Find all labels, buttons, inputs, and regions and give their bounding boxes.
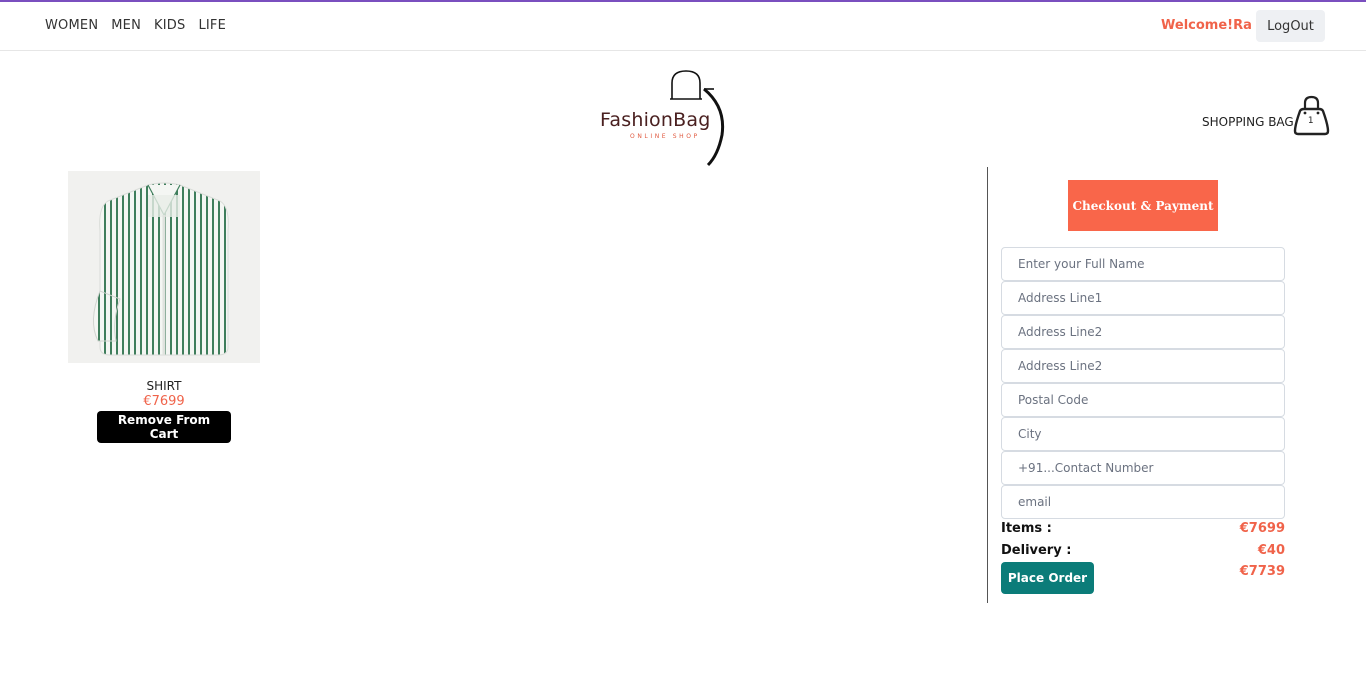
delivery-value: €40 (1257, 543, 1285, 558)
items-row: Items : €7699 (1001, 521, 1285, 543)
category-nav: WOMEN MEN KIDS LIFE (45, 18, 226, 33)
nav-link-kids[interactable]: KIDS (154, 18, 185, 33)
product-image (68, 171, 260, 363)
checkout-form (1001, 247, 1285, 519)
total-value: €7739 (1239, 564, 1285, 579)
contact-number-input[interactable] (1001, 451, 1285, 485)
handbag-icon: 1 (1292, 95, 1334, 137)
product-price: €7699 (143, 394, 185, 409)
nav-link-life[interactable]: LIFE (198, 18, 226, 33)
place-order-button[interactable]: Place Order (1001, 562, 1094, 594)
city-input[interactable] (1001, 417, 1285, 451)
page: WOMEN MEN KIDS LIFE Welcome!Ra LogOut Fa… (0, 0, 1366, 698)
email-input[interactable] (1001, 485, 1285, 519)
full-name-input[interactable] (1001, 247, 1285, 281)
product-name: SHIRT (146, 379, 182, 393)
bag-item-count: 1 (1307, 116, 1314, 126)
delivery-label: Delivery : (1001, 543, 1072, 558)
items-value: €7699 (1239, 521, 1285, 536)
cart-item: SHIRT €7699 Remove From Cart (68, 171, 260, 443)
shopping-bag-label: SHOPPING BAG (1202, 115, 1294, 129)
fashionbag-logo[interactable]: FashionBag ONLINE SHOP (596, 67, 731, 167)
logout-button[interactable]: LogOut (1256, 10, 1325, 42)
checkout-header: Checkout & Payment (1068, 180, 1218, 231)
logo-name: FashionBag (600, 109, 711, 131)
shopping-bag-link[interactable]: SHOPPING BAG 1 (1202, 95, 1334, 137)
top-navbar: WOMEN MEN KIDS LIFE Welcome!Ra LogOut (0, 2, 1366, 51)
address-line2-input[interactable] (1001, 315, 1285, 349)
address-line1-input[interactable] (1001, 281, 1285, 315)
postal-code-input[interactable] (1001, 383, 1285, 417)
remove-from-cart-button[interactable]: Remove From Cart (97, 411, 231, 443)
welcome-message: Welcome!Ra (1161, 18, 1252, 33)
nav-link-women[interactable]: WOMEN (45, 18, 98, 33)
items-label: Items : (1001, 521, 1052, 536)
order-summary: Items : €7699 Delivery : €40 Place Order… (1001, 521, 1285, 594)
logo-tagline: ONLINE SHOP (630, 133, 700, 140)
nav-link-men[interactable]: MEN (111, 18, 141, 33)
address-line3-input[interactable] (1001, 349, 1285, 383)
vertical-divider (987, 167, 988, 603)
